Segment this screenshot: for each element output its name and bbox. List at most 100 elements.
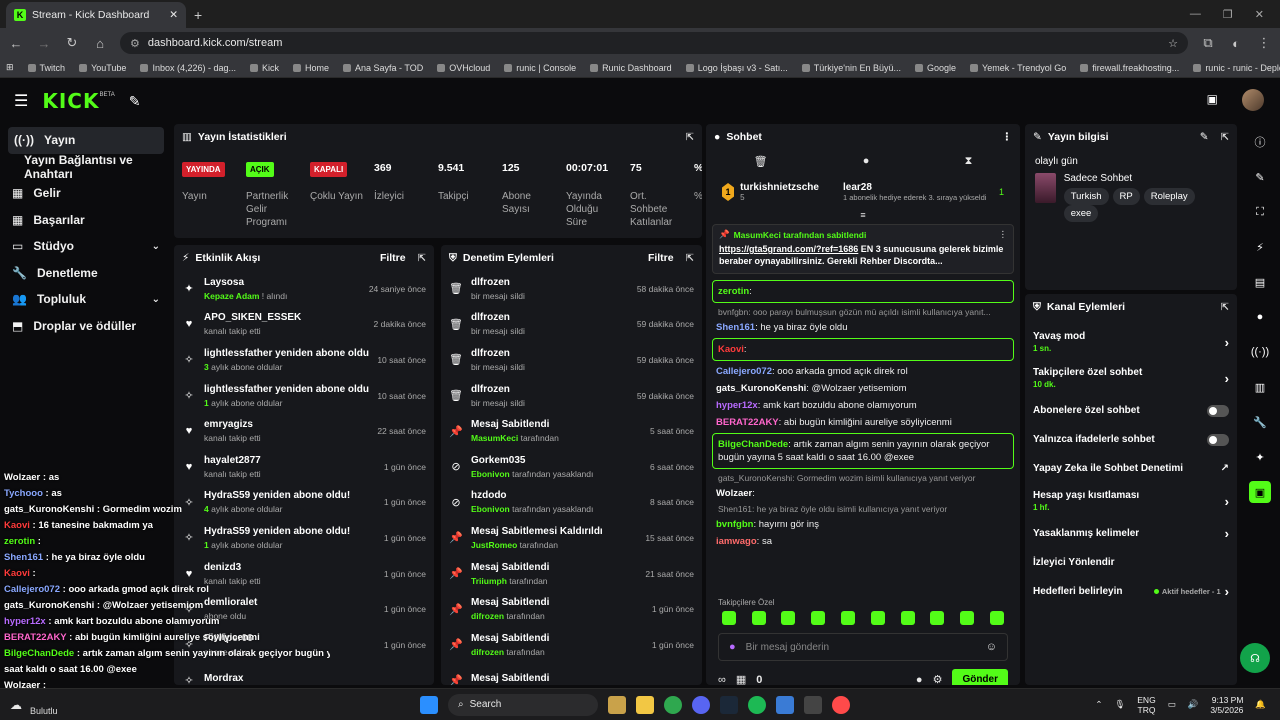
list-item[interactable]: ✧ HydraS59 yeniden abone oldu! 1 aylık abo… <box>174 520 434 556</box>
list-item[interactable]: ✧ lightlessfather yeniden abone oldu! 1 ay… <box>174 378 434 414</box>
discord-icon[interactable] <box>692 695 710 714</box>
gift-box-icon[interactable]: ▦ <box>736 673 746 685</box>
bookmark-item[interactable]: Runic Dashboard <box>590 63 672 73</box>
chat-bubble-icon[interactable]: ● <box>863 155 870 167</box>
channel-action[interactable]: Yavaş mod 1 sn. › <box>1025 324 1237 360</box>
chat-input[interactable]: ● Bir mesaj gönderin ☺ <box>718 633 1008 661</box>
tag[interactable]: exee <box>1063 205 1099 222</box>
avatar[interactable] <box>1242 89 1264 111</box>
list-item[interactable]: ♥ emryagizs kanalı takip etti 22 saat önce <box>174 413 434 449</box>
top-user[interactable]: turkishnietzsche <box>740 182 819 193</box>
channel-action[interactable]: Takipçilere özel sohbet 10 dk. › <box>1025 360 1237 396</box>
emote-icon[interactable] <box>960 611 975 625</box>
activity-filter-button[interactable]: Filtre <box>380 252 406 264</box>
list-item[interactable]: ⊘ hzdodo Ebonivon tarafından yasaklandı 8 s… <box>441 485 702 521</box>
emote-icon[interactable] <box>721 611 736 625</box>
toggle-switch[interactable] <box>1207 404 1229 417</box>
chat-username[interactable]: bvnfgbn <box>716 519 753 530</box>
sidebar-item-studyo[interactable]: ▭ Stüdyo ⌄ <box>0 233 172 260</box>
emote-icon[interactable] <box>930 611 945 625</box>
tray-chevron-icon[interactable]: ⌃ <box>1095 699 1102 710</box>
sidebar-item-droplar[interactable]: ⬒ Droplar ve ödüller <box>0 313 172 340</box>
browser-tab-active[interactable]: K Stream - Kick Dashboard ✕ <box>6 2 186 28</box>
list-item[interactable]: 📌 Mesaj Sabitlendi Triiumph tarafından 21 s… <box>441 556 702 592</box>
collapse-icon[interactable]: ≡ <box>706 210 1020 220</box>
emote-icon[interactable] <box>751 611 766 625</box>
emote-icon[interactable] <box>841 611 856 625</box>
fullscreen-icon[interactable]: ⛶ <box>1249 201 1271 223</box>
chat-users-icon[interactable]: ● <box>916 674 923 686</box>
chat-username[interactable]: BERAT22AKY <box>716 417 779 428</box>
chat-menu-icon[interactable]: ⋮ <box>1002 131 1013 143</box>
bookmark-item[interactable]: Inbox (4,226) - dag... <box>140 63 236 73</box>
tag[interactable]: Turkish <box>1063 188 1109 205</box>
bookmark-item[interactable]: Kick <box>250 63 279 73</box>
new-tab-icon[interactable]: + <box>194 7 202 23</box>
close-tab-icon[interactable]: ✕ <box>169 9 178 21</box>
list-item[interactable]: ♥ denizd3 kanalı takip etti 1 gün önce <box>174 556 434 592</box>
language-indicator[interactable]: ENG TRQ <box>1137 695 1155 715</box>
bolt-icon[interactable]: ⚡ <box>1249 236 1271 258</box>
chat-message[interactable]: Shen161: he ya biraz öyle oldu <box>706 319 1020 336</box>
sidebar-item-yayin[interactable]: ((·)) Yayın <box>8 127 164 154</box>
channel-action[interactable]: Hesap yaşı kısıtlaması 1 hf. › <box>1025 483 1237 519</box>
camera-icon[interactable]: ▣ <box>1207 92 1218 106</box>
bookmark-item[interactable]: Home <box>293 63 329 73</box>
bookmark-item[interactable]: runic - runic - Deploy <box>1193 63 1280 73</box>
bookmark-item[interactable]: Ana Sayfa - TOD <box>343 63 423 73</box>
app-icon[interactable]: ▣ <box>1249 481 1271 503</box>
mic-icon[interactable]: 🎙 <box>1114 699 1125 710</box>
bookmark-item[interactable]: Logo İşbaşı v3 - Satı... <box>685 63 788 73</box>
chat-message[interactable]: Kaovi: <box>712 338 1014 361</box>
support-icon[interactable]: ☊ <box>1240 643 1270 673</box>
list-item[interactable]: 📌 Mesaj Sabitlendi <box>441 663 702 685</box>
gift-user[interactable]: lear28 <box>843 182 993 193</box>
taskbar-search[interactable]: ⌕ Search <box>448 693 598 716</box>
chat-username[interactable]: Wolzaer <box>716 488 752 499</box>
popout-icon[interactable]: ⇱ <box>1221 302 1229 313</box>
trash-icon[interactable]: 🗑 <box>754 155 768 168</box>
close-window-icon[interactable]: ✕ <box>1255 8 1264 21</box>
chat-message[interactable]: Callejero072: ooo arkada gmod açık direk… <box>706 363 1020 380</box>
back-icon[interactable]: ← <box>8 36 24 51</box>
popout-icon[interactable]: ⇱ <box>418 253 426 264</box>
chat-username[interactable]: hyper12x <box>716 400 758 411</box>
bookmark-star-icon[interactable]: ☆ <box>1168 37 1178 50</box>
popout-icon[interactable]: ⇱ <box>686 253 694 264</box>
list-item[interactable]: ✧ Mordrax <box>174 663 434 685</box>
sidebar-item-gelir[interactable]: ▦ Gelir <box>0 180 172 207</box>
broadcast-icon[interactable]: ((·)) <box>1249 341 1271 363</box>
gift-icon[interactable]: ✦ <box>1249 446 1271 468</box>
bookmark-item[interactable]: Türkiye'nin En Büyü... <box>801 63 901 73</box>
mic-icon[interactable]: ● <box>729 641 736 653</box>
list-item[interactable]: ✦ Laysosa Kepaze Adam ! alındı 24 saniye ön… <box>174 271 434 307</box>
list-item[interactable]: ♥ APO_SIKEN_ESSEK kanalı takip etti 2 dakik… <box>174 307 434 343</box>
steam-icon[interactable] <box>720 695 738 714</box>
channel-action[interactable]: Yalnızca ifadelerle sohbet <box>1025 425 1237 454</box>
list-item[interactable]: 🗑 dlfrozen bir mesajı sildi 58 dakika önce <box>441 271 702 307</box>
list-item[interactable]: ⊘ Gorkem035 Ebonivon tarafından yasaklandı… <box>441 449 702 485</box>
send-button[interactable]: Gönder <box>952 669 1008 685</box>
toggle-switch[interactable] <box>1207 433 1229 446</box>
pencil-icon[interactable]: ✎ <box>1249 166 1271 188</box>
list-item[interactable]: ✧ demlioralet abone oldu 1 gün önce <box>174 591 434 627</box>
reload-icon[interactable]: ↻ <box>64 35 80 51</box>
site-info-icon[interactable]: ⚙ <box>130 37 140 50</box>
chat-username[interactable]: iamwago <box>716 536 757 547</box>
list-item[interactable]: ✧ lightlessfather yeniden abone oldu! 3 ay… <box>174 342 434 378</box>
emote-icon[interactable] <box>990 611 1005 625</box>
network-icon[interactable]: ▭ <box>1168 699 1176 710</box>
emote-icon[interactable] <box>900 611 915 625</box>
popout-icon[interactable]: ⇱ <box>1221 132 1229 143</box>
list-item[interactable]: ✧ PitViper06 abone oldu 1 gün önce <box>174 627 434 663</box>
pin-tool-icon[interactable]: ✎ <box>129 93 141 110</box>
points-icon[interactable]: ∞ <box>718 674 726 686</box>
moderation-filter-button[interactable]: Filtre <box>648 252 674 264</box>
spotify-icon[interactable] <box>748 695 766 714</box>
chat-username[interactable]: Shen161 <box>716 322 755 333</box>
list-item[interactable]: ♥ hayalet2877 kanalı takip etti 1 gün önce <box>174 449 434 485</box>
chat-username[interactable]: Kaovi <box>718 344 744 355</box>
bookmark-item[interactable]: runic | Console <box>504 63 576 73</box>
maximize-icon[interactable]: ❐ <box>1223 8 1233 21</box>
volume-icon[interactable]: 🔊 <box>1188 699 1199 710</box>
